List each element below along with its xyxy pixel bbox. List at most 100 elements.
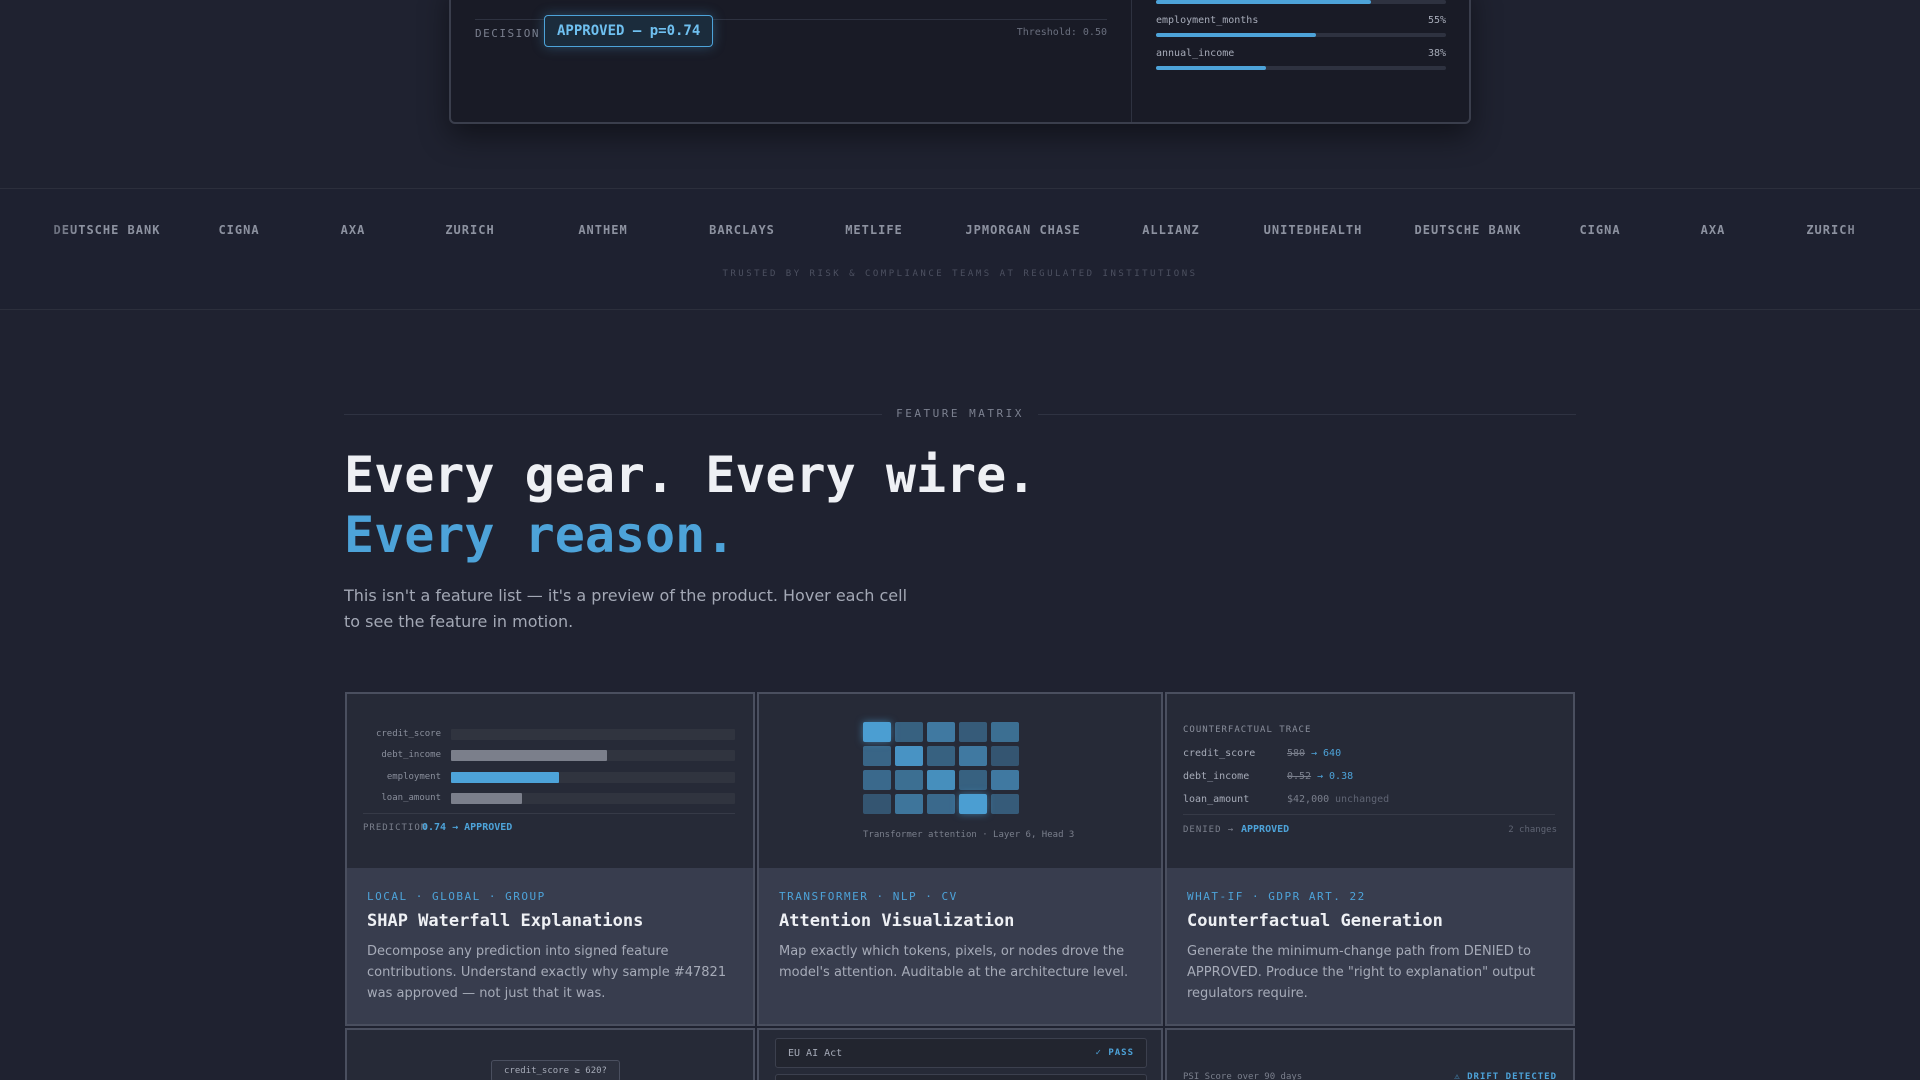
regulation-name: EU AI Act	[788, 1048, 843, 1059]
shap-bar-track	[451, 750, 735, 761]
feature-card-rules[interactable]: credit_score ≥ 620?	[345, 1028, 755, 1080]
section-lead: This isn't a feature list — it's a previ…	[344, 586, 908, 631]
cf-row: loan_amount $42,000 unchanged	[1183, 794, 1555, 810]
cf-new-value: → 0.38	[1317, 771, 1354, 782]
counterfactual-preview: COUNTERFACTUAL TRACE credit_score 580 → …	[1167, 694, 1573, 868]
feature-row: annual_income 38%	[1156, 48, 1446, 78]
shap-row: credit_score	[347, 727, 747, 741]
feature-bar-track	[1156, 0, 1446, 4]
card-body: LOCAL · GLOBAL · GROUP SHAP Waterfall Ex…	[347, 868, 753, 1004]
shap-row: employment	[347, 770, 747, 784]
cf-new-value: → 640	[1311, 748, 1342, 759]
drift-status: ⚠ DRIFT DETECTED	[1454, 1072, 1557, 1080]
attention-cell	[991, 770, 1019, 790]
logo-strip: DEUTSCHE BANK CIGNA AXA ZURICH ANTHEM BARCLAY…	[0, 188, 1920, 310]
attention-cell	[959, 722, 987, 742]
feature-card-attention[interactable]: Transformer attention · Layer 6, Head 3 …	[757, 692, 1163, 1026]
cf-row: credit_score 580 → 640	[1183, 748, 1555, 764]
regulation-status: ✓ PASS	[1095, 1048, 1134, 1058]
prediction-label: PREDICTION	[363, 823, 428, 833]
feature-bar-track	[1156, 66, 1446, 70]
customer-logo: ANTHEM	[578, 223, 628, 237]
card-description: Generate the minimum-change path from DE…	[1187, 944, 1536, 1001]
divider	[1131, 0, 1132, 122]
customer-logo: BARCLAYS	[709, 223, 775, 237]
headline-line-1: Every gear. Every wire.	[344, 446, 1037, 504]
feature-bar-fill	[1156, 0, 1371, 4]
attention-cell	[991, 746, 1019, 766]
cf-unchanged-note: unchanged	[1335, 794, 1390, 805]
attention-cell	[927, 770, 955, 790]
shap-bar	[451, 750, 608, 761]
shap-bar-track	[451, 729, 735, 740]
customer-logo: AXA	[340, 223, 366, 237]
customer-logo: CIGNA	[218, 223, 260, 237]
attention-cell	[991, 722, 1019, 742]
regulation-row: EU AI Act ✓ PASS	[775, 1038, 1147, 1068]
customer-logo: JPMORGAN CHASE	[965, 223, 1081, 237]
attention-preview: Transformer attention · Layer 6, Head 3	[759, 694, 1161, 868]
attention-cell	[863, 770, 891, 790]
card-title: Attention Visualization	[779, 911, 1015, 931]
decision-label: DECISION	[475, 27, 540, 40]
regulation-row	[775, 1074, 1147, 1080]
decision-area: DECISION APPROVED — p=0.74 Threshold: 0.…	[451, 0, 1131, 122]
cf-value: $42,000	[1287, 794, 1330, 805]
card-description: Decompose any prediction into signed fea…	[367, 944, 727, 1001]
card-tags: LOCAL · GLOBAL · GROUP	[367, 890, 546, 903]
attention-cell	[927, 722, 955, 742]
threshold-text: Threshold: 0.50	[1016, 27, 1107, 38]
customer-logo: CIGNA	[1579, 223, 1621, 237]
eyebrow-line	[344, 414, 882, 415]
section-eyebrow: FEATURE MATRIX	[896, 407, 1024, 420]
cf-change-count: 2 changes	[1508, 825, 1557, 835]
cf-denied-label: DENIED →	[1183, 825, 1235, 835]
feature-name: annual_income	[1156, 48, 1235, 59]
headline-line-2: Every reason.	[344, 506, 736, 564]
feature-card-counterfactual[interactable]: COUNTERFACTUAL TRACE credit_score 580 → …	[1165, 692, 1575, 1026]
shap-feature-label: loan_amount	[381, 793, 441, 803]
decision-badge: APPROVED — p=0.74	[544, 15, 714, 47]
attention-cell	[991, 794, 1019, 814]
shap-feature-label: debt_income	[381, 750, 441, 760]
feature-percent: 38%	[1427, 48, 1446, 59]
card-tags: TRANSFORMER · NLP · CV	[779, 890, 958, 903]
attention-cell	[959, 794, 987, 814]
card-body: TRANSFORMER · NLP · CV Attention Visuali…	[759, 868, 1161, 983]
psi-label: PSI Score over 90 days	[1183, 1072, 1303, 1080]
card-body: WHAT-IF · GDPR ART. 22 Counterfactual Ge…	[1167, 868, 1573, 1004]
shap-feature-label: credit_score	[375, 729, 441, 739]
shap-bar-track	[451, 772, 735, 783]
feature-card-compliance[interactable]: EU AI Act ✓ PASS	[757, 1028, 1163, 1080]
feature-card-shap[interactable]: credit_score debt_income employment loan_am…	[345, 692, 755, 1026]
cf-key: debt_income	[1183, 771, 1250, 782]
rule-node: credit_score ≥ 620?	[491, 1060, 620, 1080]
card-tags: WHAT-IF · GDPR ART. 22	[1187, 890, 1366, 903]
feature-card-drift[interactable]: PSI Score over 90 days ⚠ DRIFT DETECTED	[1165, 1028, 1575, 1080]
cf-old-value: 0.52	[1287, 771, 1312, 782]
shap-row: debt_income	[347, 748, 747, 762]
feature-bar-fill	[1156, 66, 1267, 70]
customer-logo: UNITEDHEALTH	[1263, 223, 1363, 237]
fade-right	[1840, 189, 1920, 309]
card-description: Map exactly which tokens, pixels, or nod…	[779, 944, 1129, 980]
feature-bar-track	[1156, 33, 1446, 37]
attention-cell	[895, 746, 923, 766]
eyebrow-line	[1038, 414, 1576, 415]
trace-title: COUNTERFACTUAL TRACE	[1183, 725, 1312, 735]
attention-cell	[895, 722, 923, 742]
decision-demo-panel: DECISION APPROVED — p=0.74 Threshold: 0.…	[449, 0, 1471, 124]
cf-row: debt_income 0.52 → 0.38	[1183, 771, 1555, 787]
shap-preview: credit_score debt_income employment loan_am…	[347, 694, 753, 868]
card-title: SHAP Waterfall Explanations	[367, 911, 644, 931]
attention-cell	[895, 770, 923, 790]
feature-percent: 55%	[1427, 15, 1446, 26]
feature-name: employment_months	[1156, 15, 1259, 26]
shap-bar	[451, 793, 522, 804]
attention-cell	[959, 770, 987, 790]
trusted-caption: TRUSTED BY RISK & COMPLIANCE TEAMS AT RE…	[722, 269, 1198, 279]
attention-cell	[895, 794, 923, 814]
attention-cell	[927, 746, 955, 766]
customer-logo: AXA	[1700, 223, 1726, 237]
attention-cell	[863, 746, 891, 766]
